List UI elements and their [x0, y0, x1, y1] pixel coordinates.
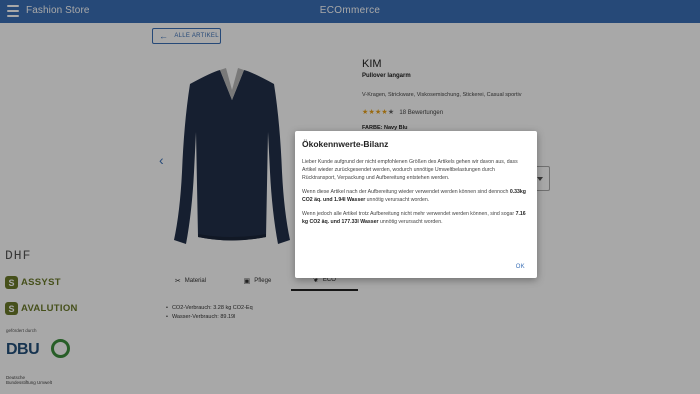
ok-button[interactable]: OK: [516, 264, 525, 270]
dialog-paragraph-1: Lieber Kunde aufgrund der nicht empfohle…: [302, 159, 518, 182]
dialog-paragraph-2: Wenn diese Artikel nach der Aufbereitung…: [302, 189, 526, 204]
dialog-title: Ökokennwerte-Bilanz: [302, 139, 389, 149]
dialog-paragraph-3: Wenn jedoch alle Artikel trotz Aufbereit…: [302, 211, 526, 226]
eco-balance-dialog: Ökokennwerte-Bilanz Lieber Kunde aufgrun…: [295, 131, 537, 278]
